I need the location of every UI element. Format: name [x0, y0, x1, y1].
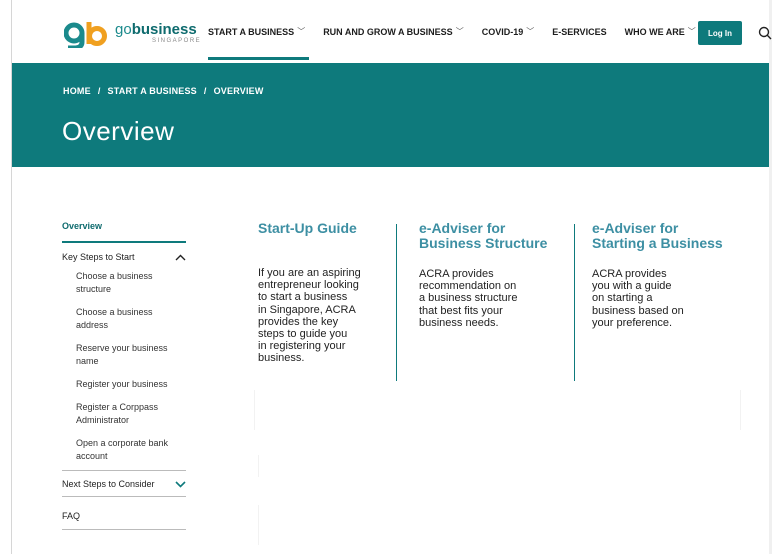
sidebar-item-label: Key Steps to Start	[62, 252, 135, 262]
card-start-up-guide[interactable]: Start-Up Guide If you are an aspiring ent…	[258, 221, 386, 365]
chevron-down-icon: ﹀	[526, 27, 535, 36]
page-title: Overview	[62, 116, 175, 146]
faint-divider	[258, 455, 259, 477]
sidebar-subitem[interactable]: Choose a business structure	[76, 270, 186, 296]
breadcrumb-separator: /	[97, 86, 101, 96]
faint-divider	[740, 390, 741, 430]
gobusiness-logo[interactable]: gobusiness SINGAPORE	[64, 21, 200, 48]
sidebar-subitem[interactable]: Register your business	[76, 378, 186, 391]
sidebar-nav: Overview Key Steps to Start Choose a bus…	[62, 217, 186, 530]
card-description: If you are an aspiring entrepreneur looki…	[258, 267, 361, 365]
logo-subtitle: SINGAPORE	[152, 38, 202, 44]
nav-run-and-grow[interactable]: RUN AND GROW A BUSINESS ﹀	[323, 0, 464, 63]
breadcrumb-current: OVERVIEW	[213, 86, 264, 96]
breadcrumb: HOME / START A BUSINESS / OVERVIEW	[63, 86, 264, 96]
sidebar-item-label: Next Steps to Consider	[62, 479, 155, 489]
sidebar-divider	[62, 529, 186, 530]
sidebar-subitem[interactable]: Open a corporate bank account	[76, 437, 186, 463]
card-divider	[574, 224, 575, 381]
breadcrumb-start-a-business[interactable]: START A BUSINESS	[108, 86, 197, 96]
site-header: gobusiness SINGAPORE START A BUSINESS ﹀ R…	[12, 0, 772, 63]
chevron-down-icon: ﹀	[455, 27, 464, 36]
nav-start-a-business[interactable]: START A BUSINESS ﹀	[208, 0, 310, 63]
sidebar-item-next-steps[interactable]: Next Steps to Consider	[62, 470, 186, 496]
nav-covid-19[interactable]: COVID-19 ﹀	[482, 0, 535, 63]
page-banner: HOME / START A BUSINESS / OVERVIEW Overview	[12, 63, 769, 167]
sidebar-submenu: Choose a business structure Choose a bus…	[62, 270, 186, 463]
search-icon[interactable]	[758, 26, 772, 40]
card-e-adviser-starting-business[interactable]: e-Adviser for Starting a Business ACRA pr…	[592, 221, 752, 329]
chevron-up-icon[interactable]	[175, 254, 186, 261]
browser-frame-left	[0, 0, 12, 554]
card-title[interactable]: e-Adviser for Starting a Business	[592, 221, 752, 251]
breadcrumb-home[interactable]: HOME	[63, 86, 91, 96]
breadcrumb-separator: /	[203, 86, 207, 96]
sidebar-subitem[interactable]: Register a Corppass Administrator	[76, 401, 186, 427]
card-title[interactable]: Start-Up Guide	[258, 221, 386, 236]
card-e-adviser-business-structure[interactable]: e-Adviser for Business Structure ACRA pro…	[419, 221, 569, 329]
main-nav: START A BUSINESS ﹀ RUN AND GROW A BUSINES…	[208, 0, 714, 63]
faint-divider	[254, 390, 255, 430]
sidebar-item-overview[interactable]: Overview	[62, 217, 186, 243]
sidebar-subitem[interactable]: Choose a business address	[76, 306, 186, 332]
nav-e-services[interactable]: E-SERVICES	[552, 0, 606, 63]
card-title[interactable]: e-Adviser for Business Structure	[419, 221, 569, 251]
nav-who-we-are[interactable]: WHO WE ARE ﹀	[625, 0, 696, 63]
sidebar-item-faq[interactable]: FAQ	[62, 496, 186, 529]
login-button[interactable]: Log In	[698, 21, 742, 45]
card-divider	[396, 224, 397, 381]
card-description: ACRA provides you with a guide on starting…	[592, 268, 684, 329]
card-description: ACRA provides recommendation on a business…	[419, 268, 518, 329]
sidebar-item-key-steps[interactable]: Key Steps to Start	[62, 243, 186, 270]
sidebar-subitem[interactable]: Reserve your business name	[76, 342, 186, 368]
faint-divider	[258, 505, 259, 545]
gb-logo-icon	[64, 22, 107, 48]
chevron-down-icon: ﹀	[687, 27, 696, 36]
logo-wordmark: gobusiness	[115, 21, 197, 38]
chevron-down-icon: ﹀	[297, 27, 306, 36]
chevron-down-icon[interactable]	[175, 480, 186, 488]
